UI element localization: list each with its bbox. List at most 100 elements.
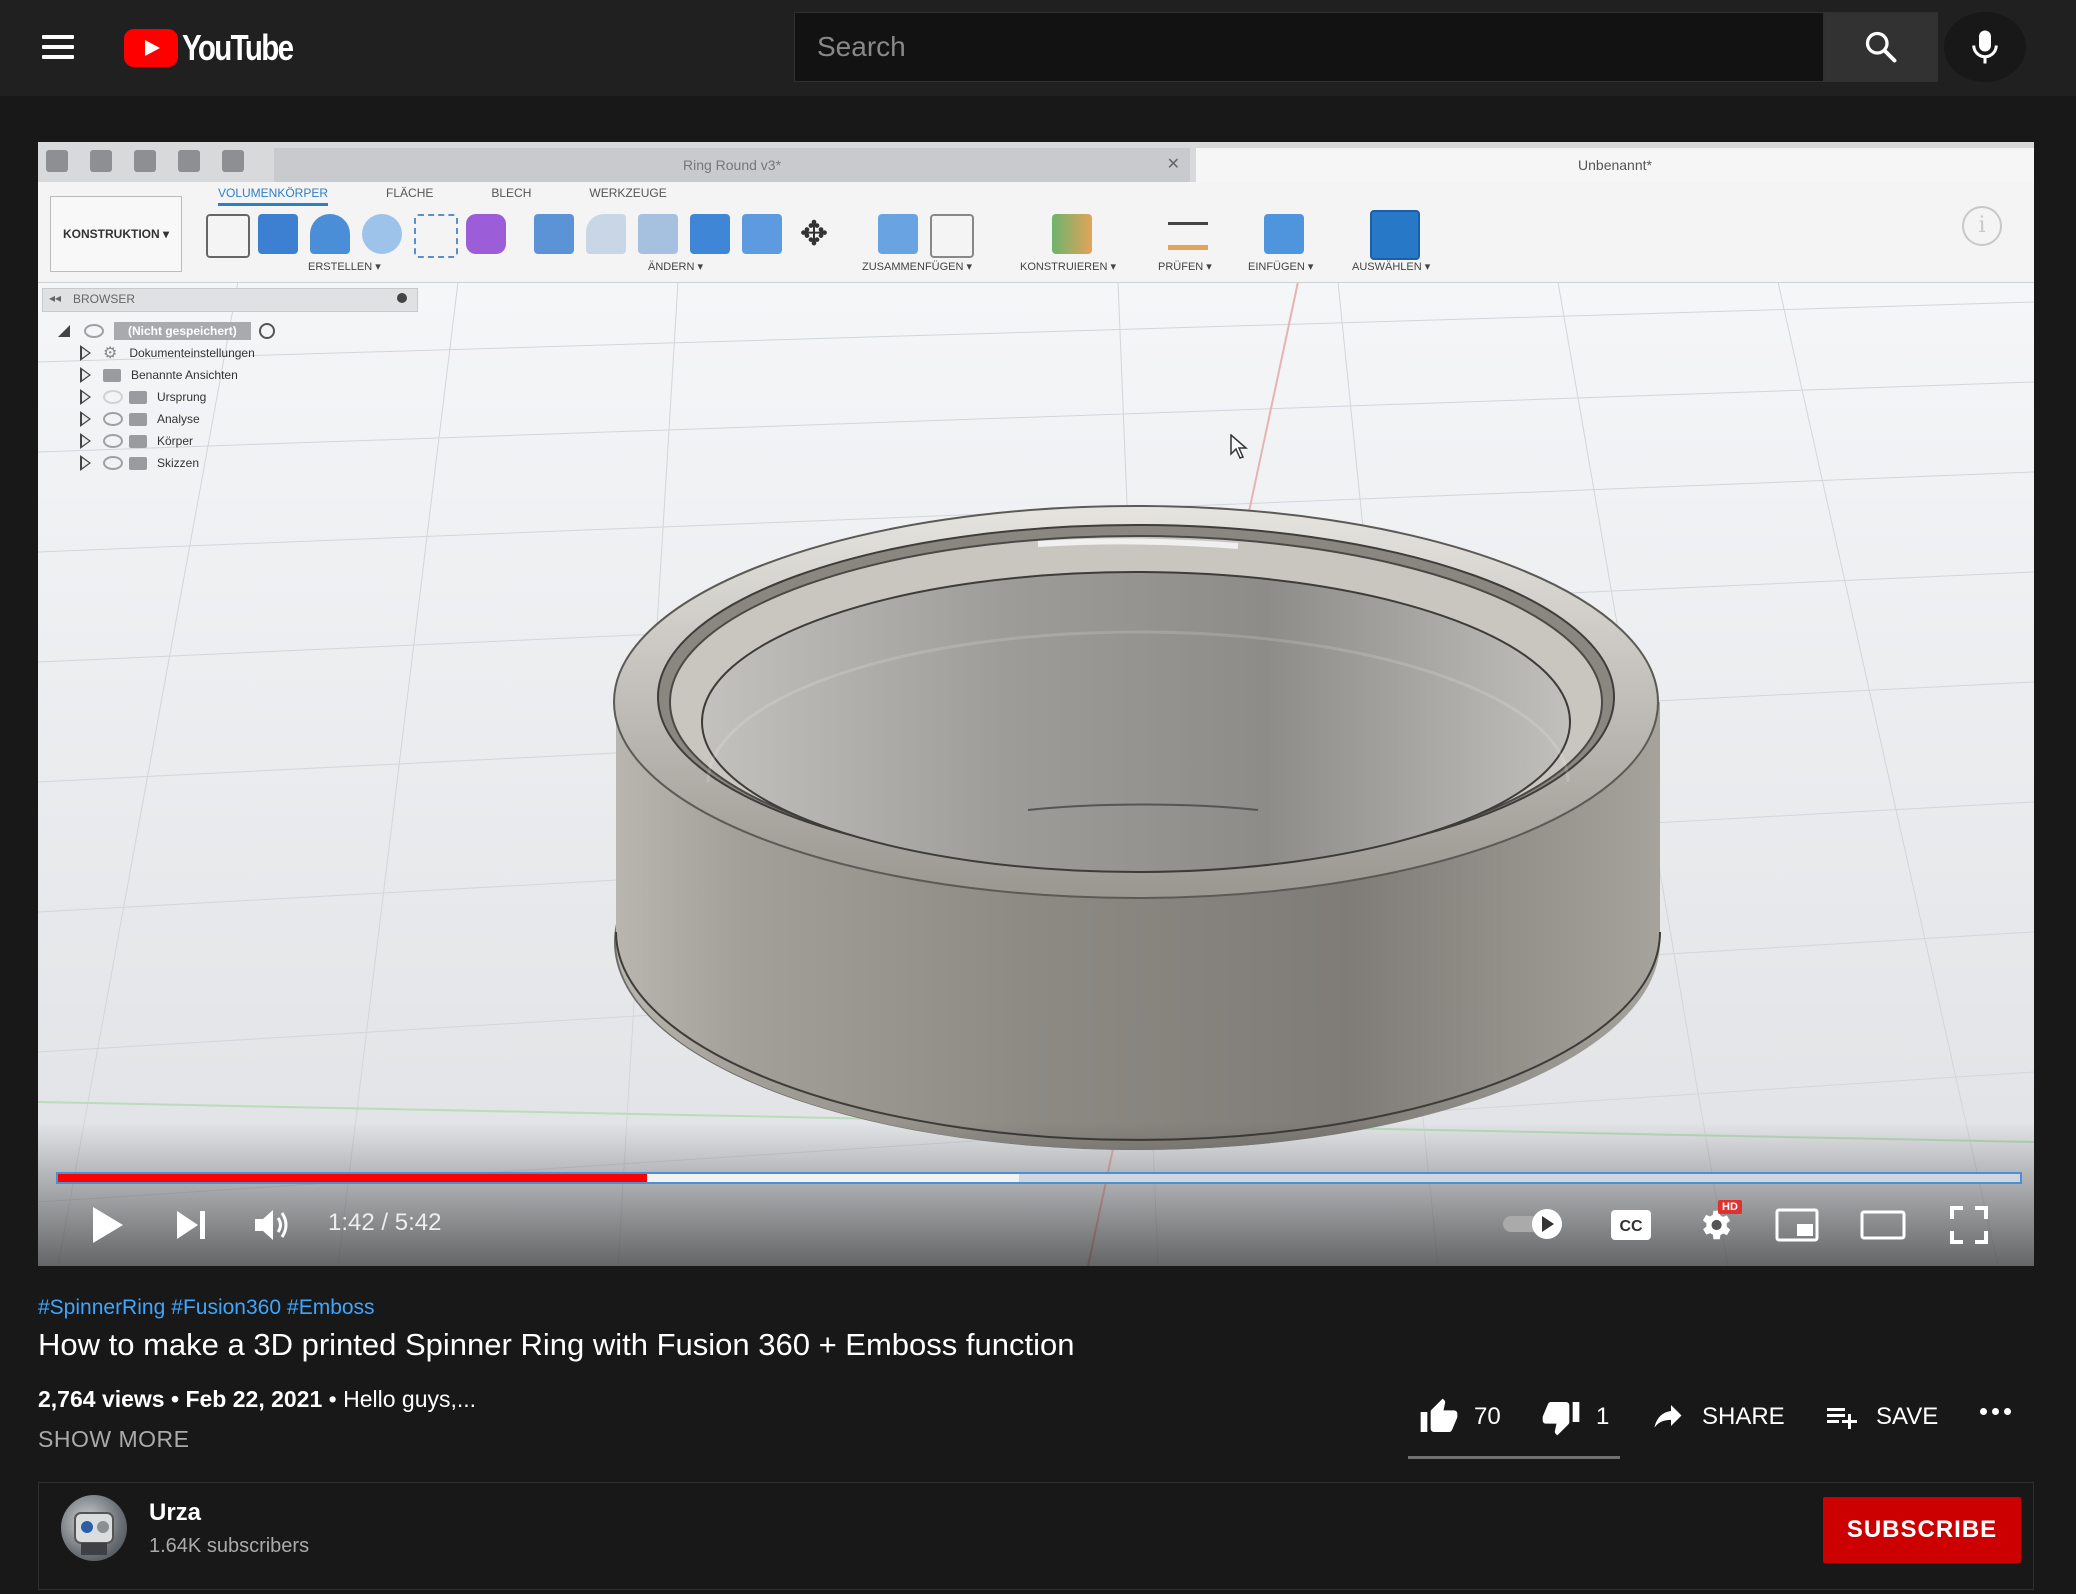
insert-image-icon (1264, 214, 1304, 254)
visibility-eye-icon (84, 324, 104, 338)
search-icon (1865, 31, 1897, 63)
search-button[interactable] (1824, 12, 1938, 82)
expand-triangle-icon (80, 433, 91, 449)
expand-triangle-icon (80, 389, 91, 405)
dislike-button[interactable]: 1 (1540, 1396, 1609, 1438)
browser-label: BROWSER (73, 292, 136, 306)
move-icon: ✥ (799, 215, 829, 253)
ribbon-tab-tools: WERKZEUGE (589, 186, 667, 200)
redo-icon (222, 150, 244, 172)
next-button[interactable] (166, 1200, 216, 1250)
more-actions-icon[interactable] (1980, 1408, 2011, 1415)
tree-item-label: Ursprung (157, 390, 207, 404)
expand-triangle-icon (80, 455, 91, 471)
combine-icon (690, 214, 730, 254)
autoplay-icon (1503, 1209, 1562, 1239)
visibility-eye-icon (103, 390, 123, 404)
time-display: 1:42 / 5:42 (328, 1209, 442, 1236)
press-pull-icon (534, 214, 574, 254)
volume-icon (255, 1210, 288, 1240)
hashtag-link[interactable]: #Emboss (287, 1296, 375, 1320)
tree-item: Ursprung (80, 386, 206, 408)
next-icon (177, 1211, 205, 1239)
construct-plane-icon (1052, 214, 1092, 254)
subscribe-button[interactable]: SUBSCRIBE (1823, 1497, 2021, 1563)
channel-avatar[interactable] (61, 1495, 127, 1561)
autoplay-toggle[interactable] (1500, 1204, 1568, 1244)
save-button[interactable]: SAVE (1822, 1396, 1938, 1438)
show-more-button[interactable]: SHOW MORE (38, 1426, 189, 1453)
miniplayer-button[interactable] (1770, 1200, 1824, 1250)
menu-icon[interactable] (40, 30, 76, 66)
play-button[interactable] (82, 1200, 132, 1250)
folder-icon (103, 368, 121, 382)
logo-wordmark: YouTube (182, 27, 294, 68)
document-tab-label: Ring Round v3* (682, 157, 782, 173)
shell-icon (638, 214, 678, 254)
fullscreen-icon (1950, 1206, 1988, 1244)
video-title: How to make a 3D printed Spinner Ring wi… (38, 1327, 1075, 1362)
tree-item-label: Benannte Ansichten (131, 368, 238, 382)
group-create: ERSTELLEN ▾ (308, 261, 381, 273)
theater-mode-button[interactable] (1856, 1200, 1910, 1250)
mouse-cursor-icon (1230, 434, 1248, 459)
hashtags: #SpinnerRing #Fusion360 #Emboss (38, 1296, 375, 1320)
progress-played (58, 1174, 647, 1182)
pin-icon (397, 293, 407, 303)
file-icon (90, 150, 112, 172)
hashtag-link[interactable]: #SpinnerRing (38, 1296, 165, 1320)
tree-item-label: Analyse (157, 412, 200, 426)
avatar-image (74, 1512, 114, 1555)
undo-icon (178, 150, 200, 172)
video-player[interactable]: Ring Round v3* ✕ Unbenannt* i KONSTRUKTI… (38, 142, 2034, 1266)
thumbs-up-icon (1420, 1398, 1458, 1432)
voice-search-button[interactable] (1944, 12, 2026, 82)
hashtag-link[interactable]: #Fusion360 (171, 1296, 281, 1320)
youtube-logo[interactable]: YouTube (124, 27, 317, 68)
save-label: SAVE (1876, 1403, 1939, 1430)
folder-icon (129, 412, 147, 426)
expand-triangle-icon (58, 325, 70, 337)
gear-icon: ⚙ (103, 345, 118, 362)
offset-face-icon (742, 214, 782, 254)
progress-bar[interactable] (56, 1172, 2022, 1184)
fusion-title-bar: Ring Round v3* ✕ Unbenannt* (38, 142, 2034, 182)
hole-icon (362, 214, 402, 254)
channel-name[interactable]: Urza (149, 1499, 201, 1527)
video-meta: 2,764 views • Feb 22, 2021 • Hello guys,… (38, 1386, 477, 1412)
upload-date: Feb 22, 2021 (185, 1386, 323, 1412)
mute-button[interactable] (248, 1200, 298, 1250)
tree-item: Analyse (80, 408, 200, 430)
rigid-group-icon (930, 214, 974, 258)
like-button[interactable]: 70 (1418, 1396, 1501, 1438)
microphone-icon (1972, 30, 1998, 64)
expand-triangle-icon (80, 411, 91, 427)
share-button[interactable]: SHARE (1648, 1396, 1785, 1438)
ribbon-tabs: VOLUMENKÖRPER FLÄCHE BLECH WERKZEUGE (218, 186, 667, 206)
tree-item: Körper (80, 430, 193, 452)
group-select: AUSWÄHLEN ▾ (1352, 261, 1431, 273)
sentiment-bar (1408, 1456, 1620, 1459)
workspace-selector: KONSTRUKTION ▾ (50, 196, 182, 272)
group-modify: ÄNDERN ▾ (648, 261, 704, 273)
svg-text:CC: CC (1619, 1218, 1643, 1235)
expand-triangle-icon (80, 367, 91, 383)
folder-icon (129, 390, 147, 404)
channel-row: Urza 1.64K subscribers SUBSCRIBE (38, 1482, 2034, 1590)
tree-root-label: (Nicht gespeichert) (114, 322, 251, 340)
play-icon (93, 1207, 123, 1243)
extrude-icon (258, 214, 298, 254)
fullscreen-button[interactable] (1942, 1200, 1996, 1250)
thumbs-down-icon (1542, 1402, 1580, 1436)
group-inspect: PRÜFEN ▾ (1158, 261, 1212, 273)
search-input[interactable] (795, 13, 1823, 81)
measure-icon (1168, 222, 1208, 250)
captions-button[interactable]: CC (1604, 1200, 1658, 1250)
folder-icon (129, 456, 147, 470)
browser-panel-header: ◂◂ BROWSER (42, 288, 418, 312)
document-tab-inactive: Ring Round v3* ✕ (274, 148, 1190, 182)
visibility-eye-icon (103, 412, 123, 426)
document-tab-active: Unbenannt* (1196, 148, 2034, 182)
group-insert: EINFÜGEN ▾ (1248, 261, 1314, 273)
pattern-icon (414, 214, 458, 258)
